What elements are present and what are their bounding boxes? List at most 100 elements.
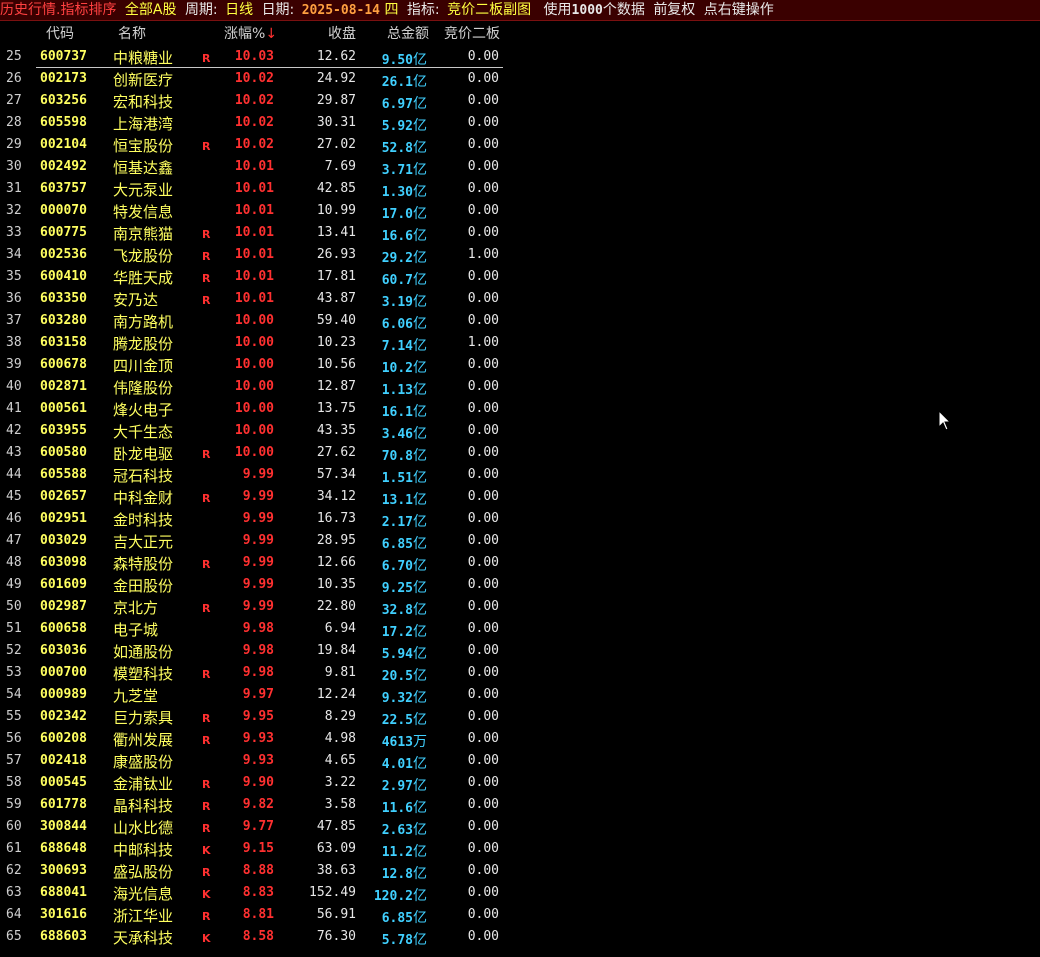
header-code[interactable]: 代码 <box>46 23 74 43</box>
table-row[interactable]: 34 002536 飞龙股份 R 10.01 26.93 29.2亿 1.00 <box>0 244 505 266</box>
total-amount: 11.6亿 <box>382 797 427 817</box>
table-row[interactable]: 57 002418 康盛股份 9.93 4.65 4.01亿 0.00 <box>0 750 505 772</box>
table-row[interactable]: 61 688648 中邮科技 K 9.15 63.09 11.2亿 0.00 <box>0 838 505 860</box>
close-price: 30.31 <box>316 115 356 130</box>
close-price: 19.84 <box>316 643 356 658</box>
bid-value: 0.00 <box>467 93 499 108</box>
row-number: 52 <box>6 643 22 658</box>
table-row[interactable]: 28 605598 上海港湾 10.02 30.31 5.92亿 0.00 <box>0 112 505 134</box>
header-bid[interactable]: 竞价二板 <box>444 23 500 43</box>
table-row[interactable]: 39 600678 四川金顶 10.00 10.56 10.2亿 0.00 <box>0 354 505 376</box>
row-number: 30 <box>6 159 22 174</box>
row-number: 40 <box>6 379 22 394</box>
table-row[interactable]: 42 603955 大千生态 10.00 43.35 3.46亿 0.00 <box>0 420 505 442</box>
flag-badge: R <box>202 866 211 879</box>
table-row[interactable]: 41 000561 烽火电子 10.00 13.75 16.1亿 0.00 <box>0 398 505 420</box>
table-row[interactable]: 30 002492 恒基达鑫 10.01 7.69 3.71亿 0.00 <box>0 156 505 178</box>
period-value[interactable]: 日线 <box>225 0 253 20</box>
title-bar[interactable]: 历史行情.指标排序 全部A股 周期: 日线 日期: 2025-08-14 四 指… <box>0 0 1040 21</box>
table-row[interactable]: 63 688041 海光信息 K 8.83 152.49 120.2亿 0.00 <box>0 882 505 904</box>
amount-unit: 亿 <box>413 206 427 222</box>
table-row[interactable]: 62 300693 盛弘股份 R 8.88 38.63 12.8亿 0.00 <box>0 860 505 882</box>
amount-unit: 亿 <box>413 646 427 662</box>
stock-code: 301616 <box>40 907 87 922</box>
row-number: 27 <box>6 93 22 108</box>
stock-code: 688603 <box>40 929 87 944</box>
amount-value: 1.51 <box>381 471 413 486</box>
table-row[interactable]: 44 605588 冠石科技 9.99 57.34 1.51亿 0.00 <box>0 464 505 486</box>
table-row[interactable]: 33 600775 南京熊猫 R 10.01 13.41 16.6亿 0.00 <box>0 222 505 244</box>
table-row[interactable]: 64 301616 浙江华业 R 8.81 56.91 6.85亿 0.00 <box>0 904 505 926</box>
row-number: 47 <box>6 533 22 548</box>
header-close[interactable]: 收盘 <box>328 23 356 43</box>
table-row[interactable]: 31 603757 大元泵业 10.01 42.85 1.30亿 0.00 <box>0 178 505 200</box>
table-row[interactable]: 47 003029 吉大正元 9.99 28.95 6.85亿 0.00 <box>0 530 505 552</box>
stock-name: 金田股份 <box>113 577 174 595</box>
table-row[interactable]: 38 603158 腾龙股份 10.00 10.23 7.14亿 1.00 <box>0 332 505 354</box>
total-amount: 13.1亿 <box>382 489 427 509</box>
change-pct: 10.01 <box>234 225 274 240</box>
table-row[interactable]: 32 000070 特发信息 10.01 10.99 17.0亿 0.00 <box>0 200 505 222</box>
table-row[interactable]: 26 002173 创新医疗 10.02 24.92 26.1亿 0.00 <box>0 68 505 90</box>
stock-code: 000700 <box>40 665 87 680</box>
stock-code: 603757 <box>40 181 87 196</box>
table-row[interactable]: 37 603280 南方路机 10.00 59.40 6.06亿 0.00 <box>0 310 505 332</box>
amount-unit: 亿 <box>413 382 427 398</box>
table-row[interactable]: 36 603350 安乃达 R 10.01 43.87 3.19亿 0.00 <box>0 288 505 310</box>
bid-value: 0.00 <box>467 467 499 482</box>
table-row[interactable]: 60 300844 山水比德 R 9.77 47.85 2.63亿 0.00 <box>0 816 505 838</box>
amount-unit: 亿 <box>413 404 427 420</box>
total-amount: 120.2亿 <box>374 885 427 905</box>
bid-value: 1.00 <box>467 335 499 350</box>
close-price: 3.22 <box>324 775 356 790</box>
total-amount: 17.0亿 <box>382 203 427 223</box>
adjust-mode[interactable]: 前复权 <box>653 0 695 20</box>
table-row[interactable]: 50 002987 京北方 R 9.99 22.80 32.8亿 0.00 <box>0 596 505 618</box>
table-row[interactable]: 46 002951 金时科技 9.99 16.73 2.17亿 0.00 <box>0 508 505 530</box>
flag-badge: R <box>202 294 211 307</box>
header-amount[interactable]: 总金额 <box>387 23 429 43</box>
stock-code: 002104 <box>40 137 87 152</box>
table-row[interactable]: 65 688603 天承科技 K 8.58 76.30 5.78亿 0.00 <box>0 926 505 948</box>
table-row[interactable]: 53 000700 模塑科技 R 9.98 9.81 20.5亿 0.00 <box>0 662 505 684</box>
amount-unit: 亿 <box>413 712 427 728</box>
amount-unit: 亿 <box>413 448 427 464</box>
table-row[interactable]: 27 603256 宏和科技 10.02 29.87 6.97亿 0.00 <box>0 90 505 112</box>
market-filter[interactable]: 全部A股 <box>125 0 177 20</box>
change-pct: 9.15 <box>242 841 274 856</box>
table-row[interactable]: 25 600737 中粮糖业 R 10.03 12.62 9.50亿 0.00 <box>0 46 505 68</box>
table-row[interactable]: 56 600208 衢州发展 R 9.93 4.98 4613万 0.00 <box>0 728 505 750</box>
table-row[interactable]: 52 603036 如通股份 9.98 19.84 5.94亿 0.00 <box>0 640 505 662</box>
table-row[interactable]: 35 600410 华胜天成 R 10.01 17.81 60.7亿 0.00 <box>0 266 505 288</box>
table-row[interactable]: 51 600658 电子城 9.98 6.94 17.2亿 0.00 <box>0 618 505 640</box>
table-row[interactable]: 49 601609 金田股份 9.99 10.35 9.25亿 0.00 <box>0 574 505 596</box>
amount-unit: 亿 <box>413 74 427 90</box>
table-row[interactable]: 40 002871 伟隆股份 10.00 12.87 1.13亿 0.00 <box>0 376 505 398</box>
row-number: 38 <box>6 335 22 350</box>
close-price: 3.58 <box>324 797 356 812</box>
table-row[interactable]: 55 002342 巨力索具 R 9.95 8.29 22.5亿 0.00 <box>0 706 505 728</box>
indicator-value[interactable]: 竞价二板副图 <box>447 0 531 20</box>
amount-value: 29.2 <box>381 251 413 266</box>
change-pct: 9.99 <box>242 577 274 592</box>
table-row[interactable]: 59 601778 晶科科技 R 9.82 3.58 11.6亿 0.00 <box>0 794 505 816</box>
table-row[interactable]: 48 603098 森特股份 R 9.99 12.66 6.70亿 0.00 <box>0 552 505 574</box>
header-pct[interactable]: 涨幅%↓ <box>224 23 277 43</box>
table-row[interactable]: 54 000989 九芝堂 9.97 12.24 9.32亿 0.00 <box>0 684 505 706</box>
change-pct: 9.99 <box>242 555 274 570</box>
header-name[interactable]: 名称 <box>118 23 146 43</box>
stock-name: 海光信息 <box>113 885 174 903</box>
table-row[interactable]: 29 002104 恒宝股份 R 10.02 27.02 52.8亿 0.00 <box>0 134 505 156</box>
table-row[interactable]: 43 600580 卧龙电驱 R 10.00 27.62 70.8亿 0.00 <box>0 442 505 464</box>
table-row[interactable]: 45 002657 中科金财 R 9.99 34.12 13.1亿 0.00 <box>0 486 505 508</box>
stock-name: 腾龙股份 <box>113 335 174 353</box>
close-price: 59.40 <box>316 313 356 328</box>
amount-value: 1.13 <box>381 383 413 398</box>
total-amount: 3.71亿 <box>382 159 427 179</box>
stock-name: 浙江华业 <box>113 907 174 925</box>
total-amount: 70.8亿 <box>382 445 427 465</box>
change-pct: 9.99 <box>242 599 274 614</box>
date-value[interactable]: 2025-08-14 <box>302 1 380 21</box>
amount-unit: 亿 <box>413 338 427 354</box>
table-row[interactable]: 58 000545 金浦钛业 R 9.90 3.22 2.97亿 0.00 <box>0 772 505 794</box>
